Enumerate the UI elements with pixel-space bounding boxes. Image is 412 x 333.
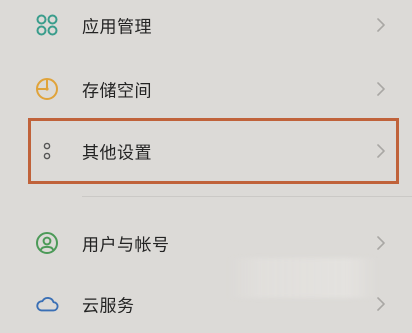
blur-patch bbox=[228, 258, 378, 298]
apps-grid-icon bbox=[35, 13, 59, 37]
section-divider bbox=[82, 196, 412, 197]
chevron-right-icon bbox=[376, 235, 386, 251]
list-item-label: 云服务 bbox=[82, 296, 135, 317]
list-item-label: 应用管理 bbox=[82, 17, 152, 38]
chevron-right-icon bbox=[376, 81, 386, 97]
list-item-label: 存储空间 bbox=[82, 81, 152, 102]
chevron-right-icon bbox=[376, 296, 386, 312]
highlight-box bbox=[28, 118, 399, 184]
list-item-label: 用户与帐号 bbox=[82, 235, 170, 256]
settings-list: 应用管理 存储空间 其他设置 用户与帐号 云服务 bbox=[0, 0, 412, 320]
cloud-icon bbox=[35, 292, 59, 316]
list-item-storage[interactable]: 存储空间 bbox=[0, 60, 412, 118]
user-account-icon bbox=[35, 231, 59, 255]
chevron-right-icon bbox=[376, 17, 386, 33]
storage-pie-icon bbox=[35, 77, 59, 101]
list-item-app-management[interactable]: 应用管理 bbox=[0, 0, 412, 54]
